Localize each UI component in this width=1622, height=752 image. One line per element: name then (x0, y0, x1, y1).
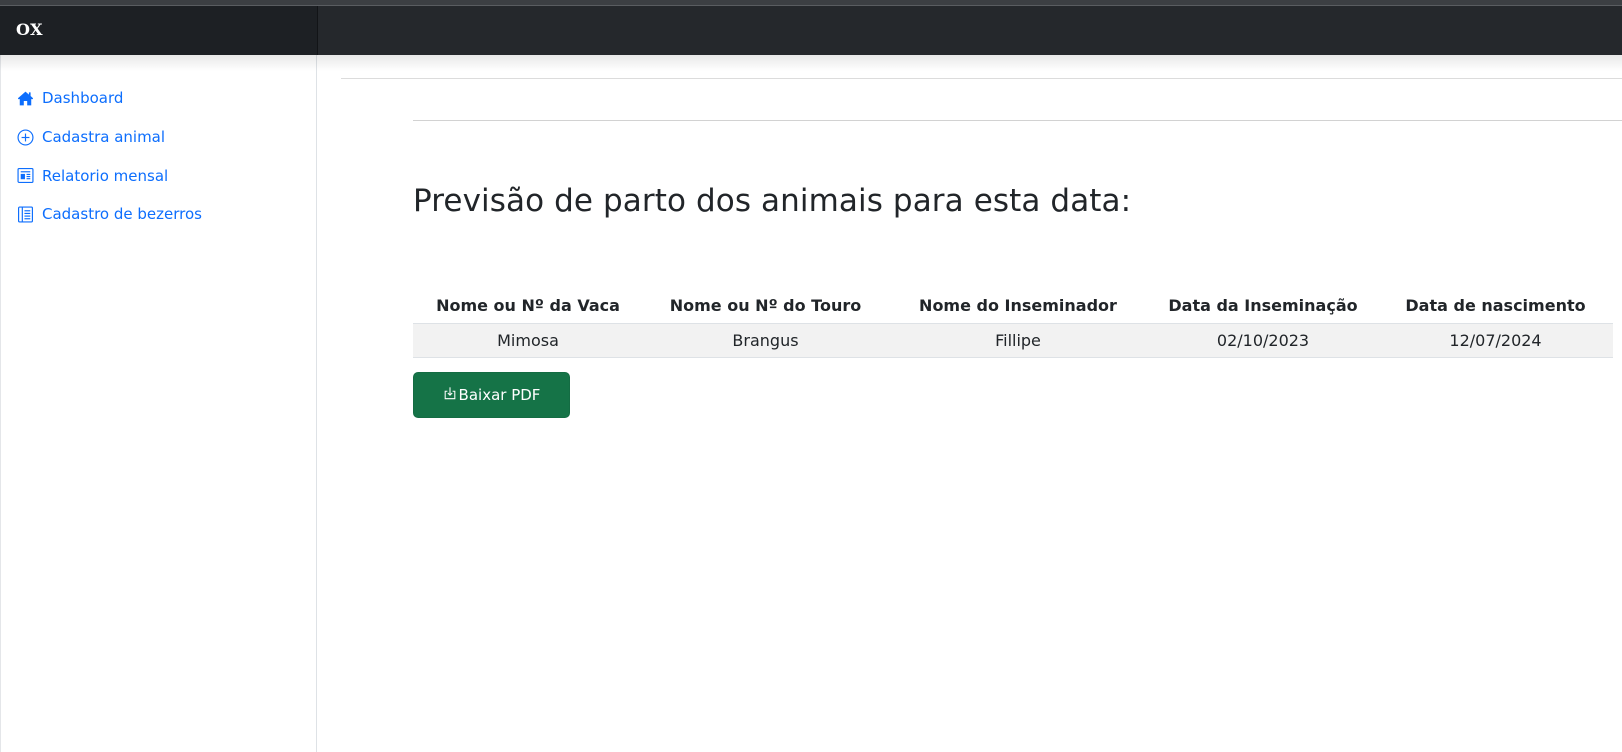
header-cow: Nome ou Nº da Vaca (436, 295, 620, 315)
sidebar-nav-list: Dashboard Cadastra animal Relatorio mens… (1, 55, 316, 234)
sidebar-item-dashboard[interactable]: Dashboard (1, 79, 316, 118)
cell-bull: Brangus (732, 330, 799, 350)
births-table: Nome ou Nº da Vaca Nome ou Nº do Touro N… (413, 288, 1613, 358)
brand-area: OX (0, 6, 318, 55)
newspaper-icon (17, 167, 34, 184)
house-icon (17, 90, 34, 107)
header-insemination-date: Data da Inseminação (1168, 295, 1358, 315)
sidebar-item-relatorio-mensal[interactable]: Relatorio mensal (1, 156, 316, 195)
births-table-wrapper: Nome ou Nº da Vaca Nome ou Nº do Touro N… (413, 288, 1613, 358)
journal-icon (17, 206, 34, 223)
sidebar-item-label: Cadastra animal (42, 128, 166, 147)
cell-birth-date: 12/07/2024 (1449, 330, 1542, 350)
sidebar-item-cadastra-animal[interactable]: Cadastra animal (1, 118, 316, 157)
sidebar-item-label: Cadastro de bezerros (42, 205, 202, 224)
header-inseminator: Nome do Inseminador (919, 295, 1117, 315)
cell-inseminator: Fillipe (995, 330, 1041, 350)
sidebar-item-label: Relatorio mensal (42, 166, 169, 185)
table-row: Mimosa Brangus Fillipe 02/10/2023 12/07/… (413, 323, 1613, 357)
table-header-row: Nome ou Nº da Vaca Nome ou Nº do Touro N… (413, 288, 1613, 323)
download-icon (443, 386, 457, 400)
divider (413, 120, 1622, 121)
cell-cow: Mimosa (497, 330, 559, 350)
sidebar-item-cadastro-de-bezerros[interactable]: Cadastro de bezerros (1, 195, 316, 234)
download-pdf-button[interactable]: Baixar PDF (413, 372, 570, 418)
sidebar-item-label: Dashboard (42, 89, 124, 108)
download-pdf-label: Baixar PDF (458, 386, 541, 404)
top-navbar: OX (0, 6, 1622, 55)
plus-circle-icon (17, 129, 34, 146)
cell-insemination-date: 02/10/2023 (1216, 330, 1310, 350)
header-bull: Nome ou Nº do Touro (669, 295, 862, 315)
header-birth-date: Data de nascimento (1405, 295, 1586, 315)
main-content: Previsão de parto dos animais para esta … (318, 55, 1622, 752)
page-title: Previsão de parto dos animais para esta … (413, 183, 1132, 219)
sidebar: Dashboard Cadastra animal Relatorio mens… (0, 55, 317, 752)
divider (341, 78, 1622, 79)
brand-logo[interactable]: OX (16, 20, 43, 39)
